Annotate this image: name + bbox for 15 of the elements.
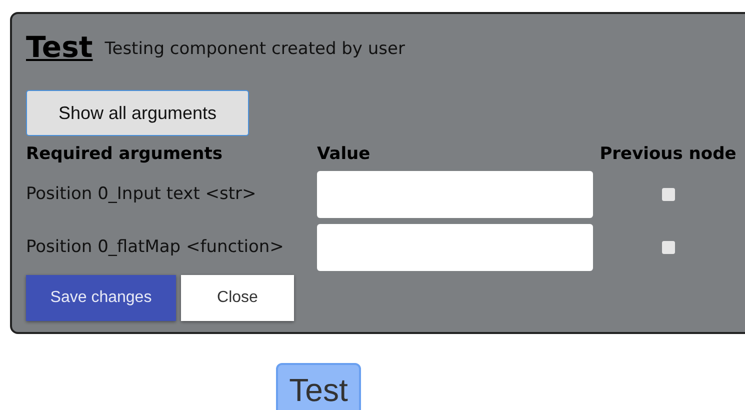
value-field[interactable]: [317, 171, 593, 218]
previous-node-checkbox[interactable]: [662, 241, 674, 254]
value-field[interactable]: [317, 224, 593, 271]
column-header: Value: [317, 143, 372, 166]
previous-node-checkbox[interactable]: [662, 188, 674, 201]
graph-node[interactable]: Test: [276, 363, 361, 410]
argument-label: Position 0_flatMap <function>: [26, 236, 285, 259]
column-header: Previous node: [598, 143, 738, 166]
save-button[interactable]: Save changes: [26, 275, 176, 321]
dialog-title: Test: [26, 29, 93, 66]
argument-label: Position 0_Input text <str>: [26, 182, 258, 206]
dialog-subtitle: Testing component created by user: [104, 38, 405, 60]
show-all-arguments-button[interactable]: Show all arguments: [26, 90, 249, 136]
column-header: Required arguments: [26, 143, 224, 166]
close-button[interactable]: Close: [181, 275, 294, 321]
